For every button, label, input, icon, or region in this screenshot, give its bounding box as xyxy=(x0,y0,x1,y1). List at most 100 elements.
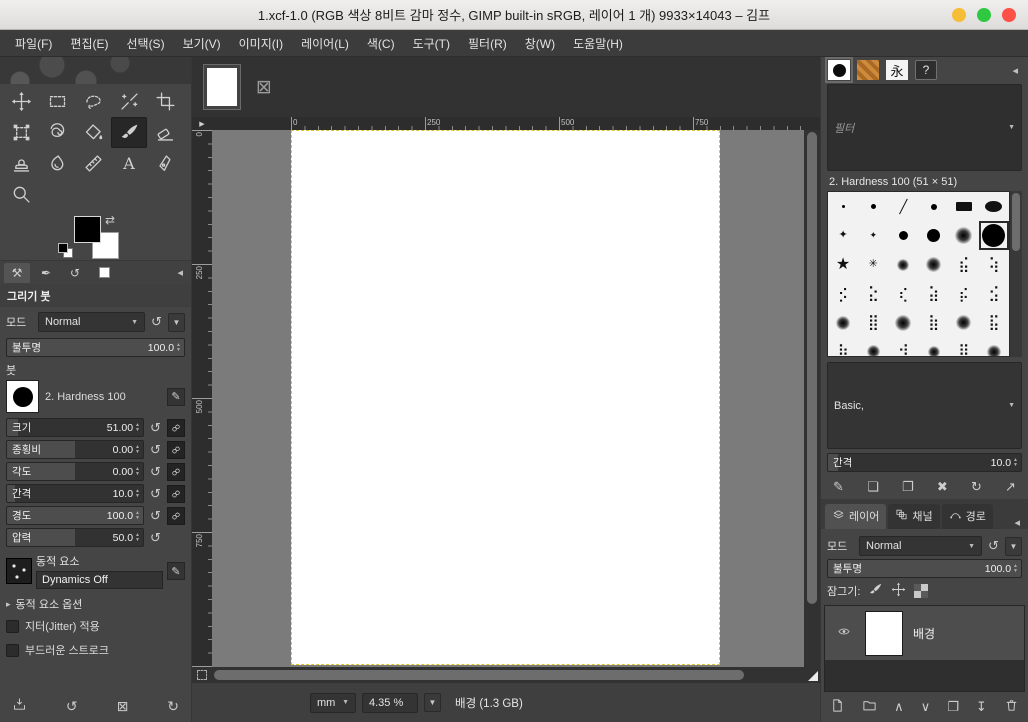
unit-select[interactable]: mm ▼ xyxy=(310,693,356,713)
brush-item-4[interactable] xyxy=(949,192,979,221)
tool-text-button[interactable]: A xyxy=(111,148,147,179)
brush-item-19[interactable]: ⣕ xyxy=(858,279,888,308)
delete-layer-button[interactable] xyxy=(1004,698,1019,716)
minimize-button[interactable] xyxy=(952,8,966,22)
brush-item-26[interactable] xyxy=(888,308,918,337)
brush-item-12[interactable]: ★ xyxy=(828,250,858,279)
tool-crop-button[interactable] xyxy=(147,86,183,117)
brush-item-13[interactable]: ✳ xyxy=(858,250,888,279)
spinner-icon[interactable]: ▲▼ xyxy=(135,489,140,498)
tool-paintbrush-button[interactable] xyxy=(111,117,147,148)
new-group-button[interactable] xyxy=(862,698,877,716)
brush-item-0[interactable] xyxy=(828,192,858,221)
brush-scrollbar-thumb[interactable] xyxy=(1012,193,1020,251)
tab-paths[interactable]: 경로 xyxy=(942,504,993,529)
brush-item-33[interactable] xyxy=(918,337,948,357)
brush-item-20[interactable]: ⢎ xyxy=(888,279,918,308)
brush-item-2[interactable]: ╱ xyxy=(888,192,918,221)
image-tab[interactable] xyxy=(204,65,240,109)
dynamics-select[interactable]: Dynamics Off xyxy=(36,571,163,589)
menu-item-3[interactable]: 보기(V) xyxy=(174,31,230,56)
brush-item-5[interactable] xyxy=(979,192,1009,221)
option-slider-2[interactable]: 각도0.00▲▼ xyxy=(6,462,144,481)
new-layer-button[interactable] xyxy=(830,698,845,716)
edit-brush-button[interactable]: ✎ xyxy=(833,479,844,495)
brush-item-27[interactable]: ⣷ xyxy=(918,308,948,337)
brush-item-21[interactable]: ⣵ xyxy=(918,279,948,308)
spinner-icon[interactable]: ▲▼ xyxy=(135,533,140,542)
reset-icon[interactable]: ↺ xyxy=(148,420,163,436)
foreground-color-swatch[interactable] xyxy=(74,216,101,243)
brush-link-toggle[interactable] xyxy=(167,485,185,503)
brush-item-32[interactable]: ⣺ xyxy=(888,337,918,357)
brush-thumbnail[interactable] xyxy=(6,380,39,413)
patterns-tab[interactable] xyxy=(856,59,880,81)
brush-item-9[interactable] xyxy=(918,221,948,250)
brush-item-29[interactable]: ⣯ xyxy=(979,308,1009,337)
reset-icon[interactable]: ↺ xyxy=(148,442,163,458)
delete-brush-button[interactable]: ✖ xyxy=(937,479,948,495)
brush-link-toggle[interactable] xyxy=(167,463,185,481)
menu-item-9[interactable]: 창(W) xyxy=(516,31,564,56)
spinner-icon[interactable]: ▲▼ xyxy=(135,511,140,520)
menu-item-4[interactable]: 이미지(I) xyxy=(230,31,292,56)
zoom-dropdown-button[interactable]: ▼ xyxy=(424,693,441,712)
layer-mode-select[interactable]: Normal ▼ xyxy=(859,536,982,556)
spinner-icon[interactable]: ▲▼ xyxy=(135,467,140,476)
brush-group-select[interactable]: Basic, ▼ xyxy=(827,362,1022,449)
reset-icon[interactable]: ↺ xyxy=(148,508,163,524)
dock-panel-menu-button[interactable]: ◂ xyxy=(1008,64,1022,77)
delete-preset-button[interactable]: ⊠ xyxy=(117,698,129,715)
brush-item-17[interactable]: ⢵ xyxy=(979,250,1009,279)
paint-mode-select[interactable]: Normal ▼ xyxy=(38,312,145,332)
brushes-tab[interactable] xyxy=(827,59,851,81)
menu-item-1[interactable]: 편집(E) xyxy=(61,31,117,56)
swap-colors-icon[interactable]: ⇄ xyxy=(105,213,115,227)
tool-ink-button[interactable] xyxy=(147,148,183,179)
brush-spacing-slider[interactable]: 간격 10.0 ▲▼ xyxy=(827,453,1022,472)
dynamics-options-expander[interactable]: ▸ 동적 요소 옵션 xyxy=(6,596,185,612)
tool-eraser-button[interactable] xyxy=(147,117,183,148)
brush-item-14[interactable] xyxy=(888,250,918,279)
raise-layer-button[interactable]: ∧ xyxy=(894,699,904,715)
tool-fuzzy-select-button[interactable] xyxy=(111,86,147,117)
tool-move-button[interactable] xyxy=(3,86,39,117)
close-button[interactable] xyxy=(1002,8,1016,22)
spinner-icon[interactable]: ▲▼ xyxy=(176,343,181,352)
brush-scrollbar[interactable] xyxy=(1010,191,1022,357)
reset-layer-mode-icon[interactable]: ↺ xyxy=(986,538,1001,554)
tool-free-select-button[interactable] xyxy=(75,86,111,117)
option-slider-1[interactable]: 종횡비0.00▲▼ xyxy=(6,440,144,459)
tool-smudge-button[interactable] xyxy=(39,148,75,179)
brush-item-22[interactable]: ⡮ xyxy=(949,279,979,308)
zoom-input[interactable]: 4.35 % xyxy=(362,693,418,713)
brush-item-25[interactable]: ⣿ xyxy=(858,308,888,337)
canvas-viewport[interactable] xyxy=(212,130,804,667)
reset-tool-options-button[interactable]: ↻ xyxy=(167,698,179,715)
menu-item-5[interactable]: 레이어(L) xyxy=(292,31,358,56)
reset-icon[interactable]: ↺ xyxy=(148,530,163,546)
brush-link-toggle[interactable] xyxy=(167,507,185,525)
brush-item-10[interactable] xyxy=(949,221,979,250)
menu-item-0[interactable]: 파일(F) xyxy=(6,31,61,56)
lower-layer-button[interactable]: ∨ xyxy=(921,699,931,715)
merge-down-button[interactable]: ↧ xyxy=(976,699,987,715)
brush-item-35[interactable] xyxy=(979,337,1009,357)
layer-mode-switch-button[interactable]: ▼ xyxy=(1005,537,1022,556)
brush-item-24[interactable] xyxy=(828,308,858,337)
brush-item-34[interactable]: ⡿ xyxy=(949,337,979,357)
document-history-tab[interactable]: ? xyxy=(914,59,938,81)
save-preset-button[interactable] xyxy=(12,697,27,715)
images-tab[interactable] xyxy=(91,263,117,283)
horizontal-ruler[interactable]: 0250500750 xyxy=(212,117,804,130)
spinner-icon[interactable]: ▲▼ xyxy=(1013,458,1018,467)
spinner-icon[interactable]: ▲▼ xyxy=(1013,564,1018,573)
edit-dynamics-icon[interactable]: ✎ xyxy=(167,562,185,580)
reset-icon[interactable]: ↺ xyxy=(148,486,163,502)
option-slider-3[interactable]: 간격10.0▲▼ xyxy=(6,484,144,503)
vertical-ruler[interactable]: 02505007501000 xyxy=(192,130,212,667)
layer-opacity-slider[interactable]: 불투명 100.0 ▲▼ xyxy=(827,559,1022,578)
edit-brush-icon[interactable]: ✎ xyxy=(167,388,185,406)
tool-options-tab[interactable]: ⚒ xyxy=(4,263,30,283)
menu-item-7[interactable]: 도구(T) xyxy=(404,31,459,56)
